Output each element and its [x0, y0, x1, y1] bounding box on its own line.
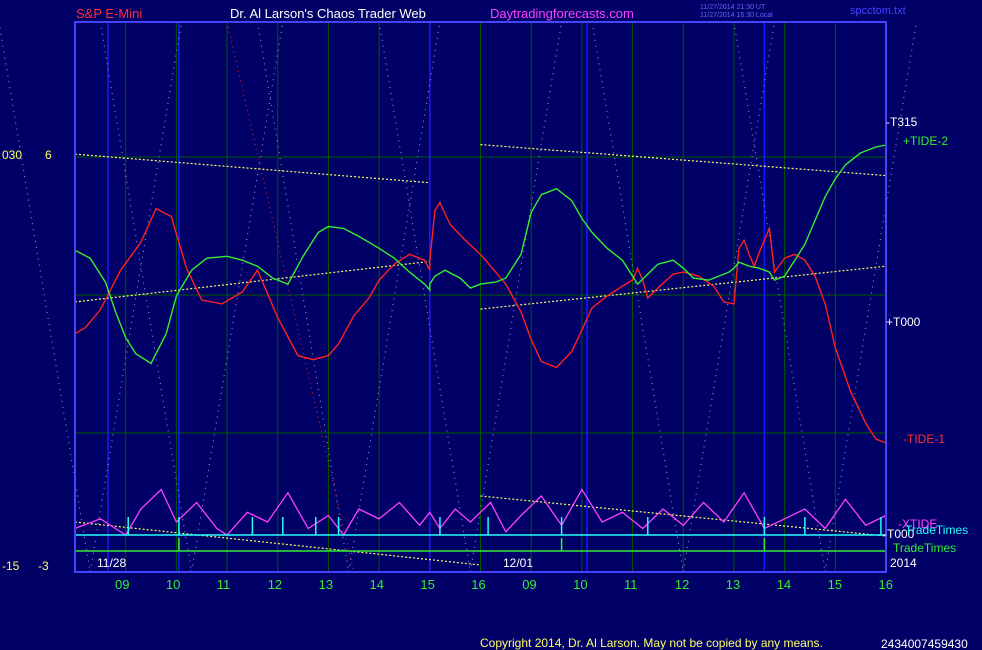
- left-scale-bottom-b: -3: [38, 559, 49, 573]
- label-tradetimes-cyan: TradeTimes: [905, 523, 968, 537]
- hour-tick-label: 12: [675, 577, 689, 592]
- hour-tick-label: 11: [624, 577, 638, 592]
- hour-tick-label: 13: [726, 577, 740, 592]
- label-t000: +T000: [886, 315, 921, 329]
- footer-code: 2434007459430: [881, 637, 968, 650]
- cycle-line: [378, 21, 563, 573]
- hour-tick-label: 14: [370, 577, 384, 592]
- data-file-name: spcctom.txt: [850, 5, 906, 17]
- hour-tick-label: 09: [522, 577, 536, 592]
- hour-tick-label: 11: [217, 577, 231, 592]
- hour-tick-label: 10: [573, 577, 587, 592]
- hour-tick-label: 16: [471, 577, 485, 592]
- site-link[interactable]: Daytradingforecasts.com: [490, 6, 634, 21]
- hour-tick-label: 09: [115, 577, 129, 592]
- label-tide-2: +TIDE-2: [903, 134, 948, 148]
- left-title: S&P E-Mini: [76, 6, 142, 21]
- cycle-line-red: [226, 21, 355, 573]
- center-title: Dr. Al Larson's Chaos Trader Web: [230, 6, 426, 21]
- timestamp-ut: 11/27/2014 21:30 UT: [700, 4, 766, 11]
- hour-tick-label: 16: [879, 577, 893, 592]
- label-tradetimes-green: TradeTimes: [893, 541, 956, 555]
- copyright: Copyright 2014, Dr. Al Larson. May not b…: [480, 636, 823, 650]
- timestamp-local: 11/27/2014 16:30 Local: [700, 12, 773, 19]
- year-label: 2014: [890, 556, 917, 570]
- hour-tick-label: 15: [828, 577, 842, 592]
- cycle-line: [256, 21, 441, 573]
- label-t315: -T315: [886, 115, 918, 129]
- hour-tick-label: 13: [319, 577, 333, 592]
- hour-tick-label: 14: [777, 577, 791, 592]
- cycle-dot-lines: [0, 21, 918, 573]
- label-tide-1: -TIDE-1: [903, 432, 945, 446]
- trendline-t315: [74, 153, 430, 184]
- hour-tick-label: 15: [420, 577, 434, 592]
- date-label-2: 12/01: [503, 556, 533, 570]
- x-hour-ticks: 09 10 11 12 13 14 15 16 09 10 11 12 13 14 15 16: [115, 577, 893, 592]
- date-label-1: 11/28: [97, 556, 126, 570]
- cycle-line: [0, 21, 183, 573]
- trendline-t000: [74, 260, 430, 303]
- day-dividers: [107, 22, 766, 572]
- hour-tick-label: 10: [166, 577, 180, 592]
- hour-tick-label: 12: [268, 577, 282, 592]
- left-scale-bottom-a: -15: [2, 559, 20, 573]
- cycle-line: [733, 21, 918, 573]
- cycle-line: [99, 21, 284, 573]
- left-scale-top-b: 6: [45, 148, 52, 162]
- chaos-tide-chart: 09 10 11 12 13 14 15 16 09 10 11 12 13 14 15 16 S&P E-M…: [0, 4, 968, 650]
- left-scale-top-a: 030: [2, 148, 22, 162]
